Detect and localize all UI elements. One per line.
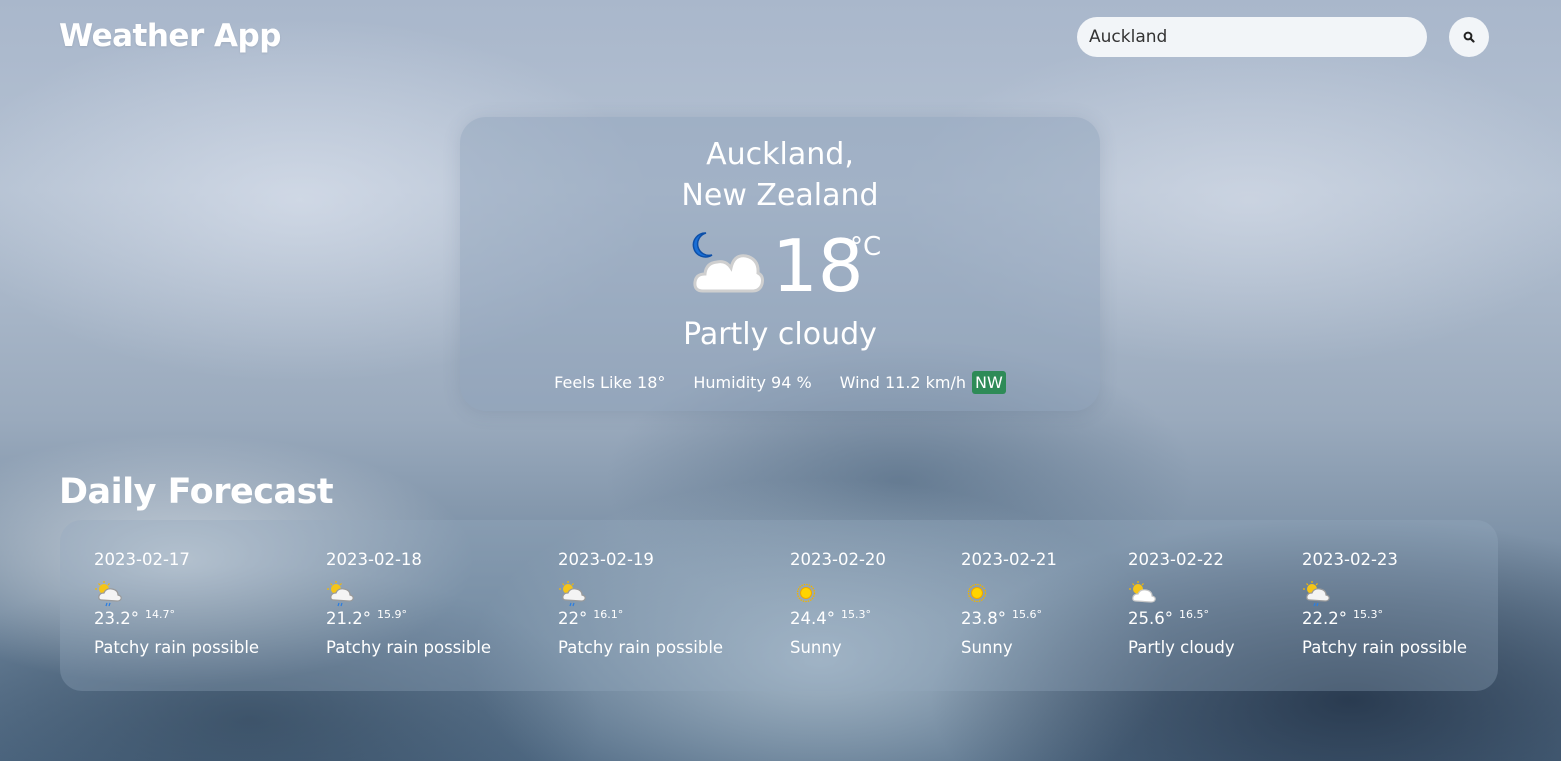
forecast-min: 16.1°	[593, 608, 624, 621]
forecast-condition: Patchy rain possible	[94, 638, 260, 657]
forecast-date: 2023-02-20	[790, 550, 886, 569]
forecast-condition: Partly cloudy	[1128, 638, 1235, 657]
app-title: Weather App	[59, 18, 281, 54]
forecast-date: 2023-02-23	[1302, 550, 1398, 569]
forecast-title: Daily Forecast	[59, 472, 334, 512]
forecast-date: 2023-02-22	[1128, 550, 1224, 569]
location: Auckland, New Zealand	[460, 134, 1100, 216]
forecast-min: 14.7°	[145, 608, 175, 621]
forecast-max: 21.2°	[326, 609, 371, 628]
forecast-date: 2023-02-17	[94, 550, 190, 569]
forecast-day: 2023-02-21 23.8° 15.6° Sunny	[961, 550, 1057, 657]
temperature-unit: °C	[850, 232, 882, 262]
sun-cloud-rain-icon	[1302, 580, 1334, 608]
city-name: Auckland,	[706, 137, 854, 172]
forecast-day: 2023-02-20 24.4° 15.3° Sunny	[790, 550, 886, 657]
forecast-day: 2023-02-17 23.2° 14.7° Patchy rain possib…	[94, 550, 259, 657]
forecast-max: 23.8°	[961, 609, 1006, 628]
feels-like: Feels Like 18°	[554, 373, 666, 392]
humidity: Humidity 94 %	[693, 373, 812, 392]
forecast-min: 15.6°	[1012, 608, 1042, 621]
forecast-condition: Sunny	[790, 638, 842, 657]
forecast-condition: Patchy rain possible	[326, 638, 492, 657]
weather-details: Feels Like 18° Humidity 94 % Wind 11.2 k…	[460, 371, 1100, 394]
forecast-min: 15.3°	[841, 608, 871, 621]
sun-cloud-rain-icon	[558, 580, 590, 608]
wind-direction-badge: NW	[972, 371, 1006, 394]
forecast-condition: Sunny	[961, 638, 1013, 657]
sun-cloud-rain-icon	[94, 580, 126, 608]
forecast-temps: 21.2° 15.9°	[326, 608, 491, 628]
forecast-condition: Patchy rain possible	[558, 638, 724, 657]
forecast-max: 22°	[558, 609, 588, 628]
forecast-condition: Patchy rain possible	[1302, 638, 1468, 657]
forecast-max: 25.6°	[1128, 609, 1173, 628]
sun-cloud-rain-icon	[326, 580, 358, 608]
search-button[interactable]	[1449, 17, 1489, 57]
forecast-min: 15.3°	[1353, 608, 1383, 621]
forecast-day: 2023-02-22 25.6° 16.5° Partly cloudy	[1128, 550, 1235, 657]
forecast-temps: 24.4° 15.3°	[790, 608, 886, 628]
search-icon	[1463, 31, 1475, 43]
forecast-temps: 25.6° 16.5°	[1128, 608, 1235, 628]
sun-icon	[790, 580, 822, 608]
sun-icon	[961, 580, 993, 608]
forecast-temps: 23.8° 15.6°	[961, 608, 1057, 628]
forecast-date: 2023-02-19	[558, 550, 654, 569]
forecast-day: 2023-02-18 21.2° 15.9° Patchy rain possib…	[326, 550, 491, 657]
forecast-max: 23.2°	[94, 609, 139, 628]
current-condition: Partly cloudy	[683, 317, 877, 352]
forecast-day: 2023-02-23 22.2° 15.3° Patchy rain possib…	[1302, 550, 1467, 657]
wind-speed: Wind 11.2 km/h	[839, 373, 967, 392]
forecast-temps: 23.2° 14.7°	[94, 608, 259, 628]
forecast-temps: 22.2° 15.3°	[1302, 608, 1467, 628]
moon-cloud-icon	[692, 232, 764, 293]
forecast-max: 22.2°	[1302, 609, 1347, 628]
forecast-card: 2023-02-17 23.2° 14.7° Patchy rain possib…	[60, 520, 1498, 691]
forecast-temps: 22° 16.1°	[558, 608, 723, 628]
wind: Wind 11.2 km/h NW	[840, 371, 1006, 394]
forecast-min: 15.9°	[377, 608, 407, 621]
forecast-day: 2023-02-19 22° 16.1° Patchy rain possible	[558, 550, 723, 657]
search-input[interactable]	[1077, 17, 1427, 57]
country-name: New Zealand	[681, 178, 879, 213]
forecast-date: 2023-02-21	[961, 550, 1057, 569]
sun-cloud-icon	[1128, 580, 1160, 608]
forecast-date: 2023-02-18	[326, 550, 422, 569]
forecast-max: 24.4°	[790, 609, 835, 628]
forecast-min: 16.5°	[1179, 608, 1209, 621]
